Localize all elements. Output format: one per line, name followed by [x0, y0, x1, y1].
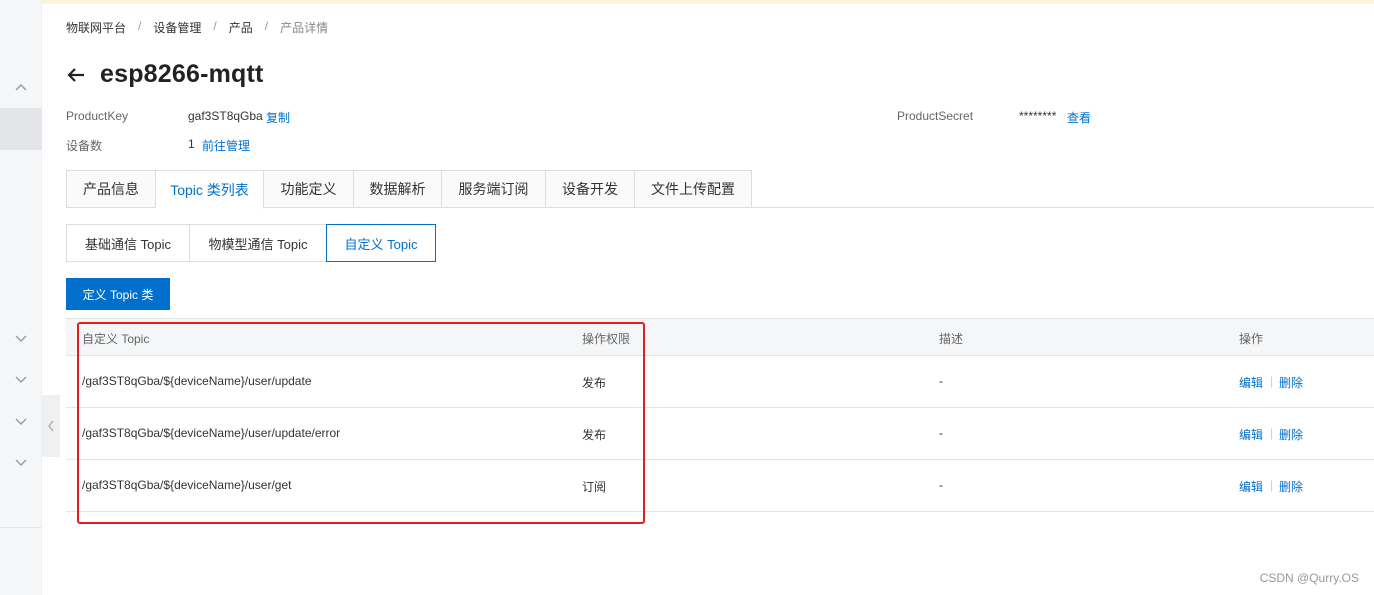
breadcrumb-separator: / [264, 19, 269, 33]
sidebar [0, 0, 42, 595]
notice-strip [42, 0, 1374, 4]
product-key-value: gaf3ST8qGba [188, 109, 263, 123]
subtab-thing-model-topic[interactable]: 物模型通信 Topic [190, 224, 327, 262]
tab-file-upload-config[interactable]: 文件上传配置 [635, 170, 752, 208]
permission-cell: 发布 [582, 428, 607, 442]
chevron-down-icon[interactable] [14, 331, 28, 345]
table-row: /gaf3ST8qGba/${deviceName}/user/update 发… [66, 356, 1374, 408]
manage-link[interactable]: 前往管理 [202, 137, 250, 154]
delete-link[interactable]: 删除 [1279, 374, 1303, 391]
chevron-down-icon[interactable] [14, 372, 28, 386]
breadcrumb-separator: / [138, 19, 142, 33]
topic-cell: /gaf3ST8qGba/${deviceName}/user/update [82, 374, 312, 388]
watermark: CSDN @Qurry.OS [1259, 571, 1359, 585]
breadcrumb-item-device-management[interactable]: 设备管理 [153, 19, 201, 36]
copy-link[interactable]: 复制 [266, 109, 290, 126]
chevron-up-icon[interactable] [14, 81, 28, 95]
delete-link[interactable]: 删除 [1279, 426, 1303, 443]
permission-cell: 发布 [582, 376, 607, 390]
breadcrumb-separator: / [213, 19, 217, 33]
description-cell: - [939, 374, 943, 388]
breadcrumb-item-iot-platform[interactable]: 物联网平台 [66, 19, 126, 36]
description-cell: - [939, 478, 943, 492]
chevron-down-icon[interactable] [14, 414, 28, 428]
device-count-label: 设备数 [66, 139, 103, 153]
topic-cell: /gaf3ST8qGba/${deviceName}/user/update/e… [82, 426, 341, 440]
chevron-down-icon[interactable] [14, 455, 28, 469]
tab-function-definition[interactable]: 功能定义 [264, 170, 354, 208]
tab-server-subscription[interactable]: 服务端订阅 [442, 170, 546, 208]
action-separator: | [1270, 426, 1274, 440]
sidebar-divider [0, 527, 42, 528]
define-topic-button[interactable]: 定义 Topic 类 [66, 278, 170, 310]
edit-link[interactable]: 编辑 [1239, 374, 1263, 391]
topic-table: 自定义 Topic 操作权限 描述 操作 /gaf3ST8qGba/${devi… [66, 318, 1374, 512]
tab-topic-list[interactable]: Topic 类列表 [156, 170, 264, 209]
edit-link[interactable]: 编辑 [1239, 426, 1263, 443]
header-actions: 操作 [1239, 332, 1264, 346]
product-key-label: ProductKey [66, 109, 129, 123]
tab-data-parsing[interactable]: 数据解析 [354, 170, 442, 208]
description-cell: - [939, 426, 943, 440]
table-row: /gaf3ST8qGba/${deviceName}/user/update/e… [66, 408, 1374, 460]
topic-cell: /gaf3ST8qGba/${deviceName}/user/get [82, 478, 292, 492]
header-permission: 操作权限 [582, 332, 631, 346]
subtab-basic-topic[interactable]: 基础通信 Topic [66, 224, 190, 262]
action-separator: | [1270, 478, 1274, 492]
page-title: esp8266-mqtt [100, 60, 264, 88]
table-row: /gaf3ST8qGba/${deviceName}/user/get 订阅 -… [66, 460, 1374, 512]
breadcrumb-item-product[interactable]: 产品 [229, 19, 253, 36]
breadcrumb: 物联网平台 / 设备管理 / 产品 / 产品详情 [66, 19, 328, 36]
breadcrumb-item-product-detail: 产品详情 [280, 21, 329, 35]
sidebar-active-item[interactable] [0, 108, 42, 150]
header-custom-topic: 自定义 Topic [82, 332, 150, 346]
chevron-left-icon [48, 420, 54, 432]
permission-cell: 订阅 [582, 480, 607, 494]
title-row: esp8266-mqtt [64, 60, 264, 89]
edit-link[interactable]: 编辑 [1239, 478, 1263, 495]
device-count-value: 1 [188, 137, 195, 151]
product-secret-value: ******** [1019, 109, 1057, 123]
subtab-custom-topic[interactable]: 自定义 Topic [326, 224, 436, 262]
view-secret-link[interactable]: 查看 [1067, 109, 1091, 126]
action-separator: | [1270, 374, 1274, 388]
back-arrow-icon[interactable] [64, 63, 88, 87]
tab-product-info[interactable]: 产品信息 [66, 170, 156, 208]
main-tabs: 产品信息 Topic 类列表 功能定义 数据解析 服务端订阅 设备开发 文件上传… [66, 170, 1374, 209]
header-description: 描述 [939, 332, 964, 346]
delete-link[interactable]: 删除 [1279, 478, 1303, 495]
product-secret-label: ProductSecret [897, 109, 974, 123]
tab-device-development[interactable]: 设备开发 [546, 170, 635, 208]
table-header: 自定义 Topic 操作权限 描述 操作 [66, 318, 1374, 356]
sidebar-collapse-toggle[interactable] [42, 395, 60, 457]
